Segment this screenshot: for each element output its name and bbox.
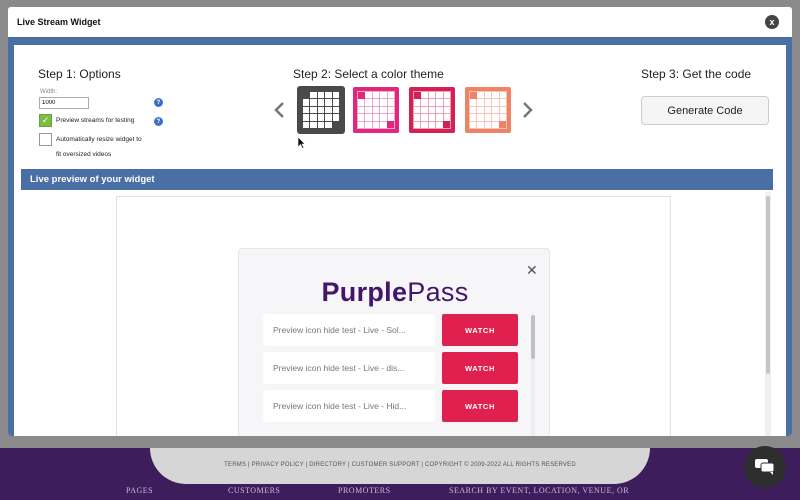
footer-nav-customers[interactable]: CUSTOMERS [228,486,280,495]
stream-title: Preview icon hide test - Live - dis... [263,352,435,384]
step1-title: Step 1: Options [38,67,121,81]
footer-nav-pages[interactable]: PAGES [126,486,153,495]
modal-header: Live Stream Widget x [8,7,792,37]
modal-title: Live Stream Widget [17,17,101,27]
live-preview-area: ✕ PurplePass Preview icon hide test - Li… [21,190,773,436]
footer-nav-search[interactable]: SEARCH BY EVENT, LOCATION, VENUE, OR [449,486,629,495]
chevron-left-icon[interactable] [273,101,285,119]
stream-title: Preview icon hide test - Live - Sol... [263,314,435,346]
purplepass-logo: PurplePass [321,277,469,307]
watch-button[interactable]: WATCH [442,390,518,422]
theme-swatch-coral[interactable] [465,87,511,133]
theme-swatch-magenta[interactable] [353,87,399,133]
widget-scrollbar-thumb[interactable] [531,315,535,359]
stream-row: Preview icon hide test - Live - Sol... W… [263,314,518,346]
chat-button[interactable] [744,446,786,488]
chevron-right-icon[interactable] [522,101,534,119]
modal-close-button[interactable]: x [765,15,779,29]
help-icon[interactable]: ? [154,117,163,126]
width-input[interactable] [39,97,89,109]
width-label: Width: [40,89,58,95]
chat-icon [755,459,775,475]
live-stream-widget-modal: Live Stream Widget x Step 1: Options Wid… [8,7,792,436]
step2-title: Step 2: Select a color theme [293,67,444,81]
auto-resize-label-line1: Automatically resize widget to [56,136,142,143]
watch-button[interactable]: WATCH [442,352,518,384]
generate-code-button[interactable]: Generate Code [641,96,769,125]
preview-streams-checkbox[interactable]: ✓ [39,114,52,127]
stream-row: Preview icon hide test - Live - Hid... W… [263,390,518,422]
modal-body: Step 1: Options Width: ? ✓ Preview strea… [8,37,792,436]
preview-frame: ✕ PurplePass Preview icon hide test - Li… [116,196,671,436]
auto-resize-label-line2: fit oversized videos [56,151,112,158]
preview-streams-label: Preview streams for testing [56,117,135,124]
live-preview-header: Live preview of your widget [21,169,773,190]
options-panel: Step 1: Options Width: ? ✓ Preview strea… [14,45,786,436]
theme-swatch-dark[interactable] [298,87,344,133]
help-icon[interactable]: ? [154,98,163,107]
step3-title: Step 3: Get the code [641,67,752,81]
stream-row: Preview icon hide test - Live - dis... W… [263,352,518,384]
footer-links[interactable]: TERMS | PRIVACY POLICY | DIRECTORY | CUS… [0,462,800,468]
watch-button[interactable]: WATCH [442,314,518,346]
auto-resize-checkbox[interactable] [39,133,52,146]
mouse-cursor-icon [298,137,306,149]
stream-title: Preview icon hide test - Live - Hid... [263,390,435,422]
purplepass-widget: ✕ PurplePass Preview icon hide test - Li… [238,248,550,436]
checkmark-icon: ✓ [41,115,50,125]
preview-scrollbar-thumb[interactable] [766,196,770,374]
theme-swatch-crimson[interactable] [409,87,455,133]
footer-nav-promoters[interactable]: PROMOTERS [338,486,391,495]
